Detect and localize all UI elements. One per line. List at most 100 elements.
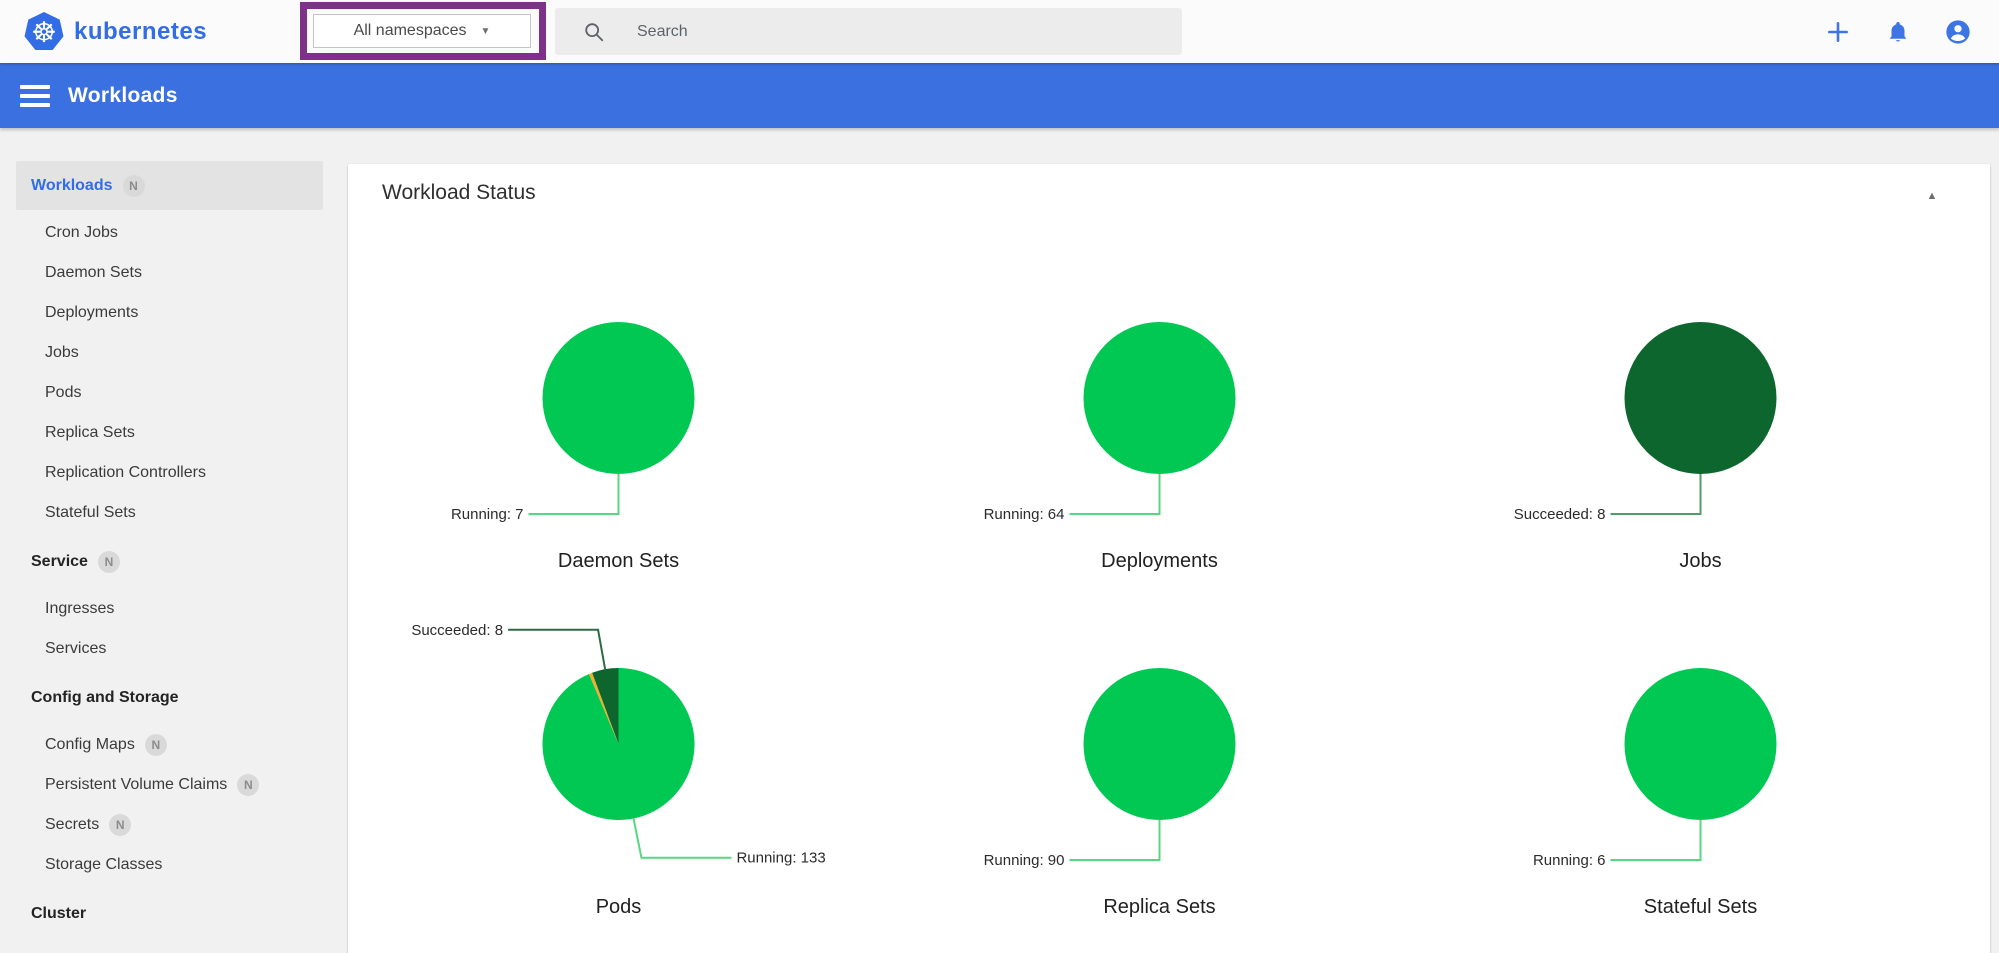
- namespaced-badge: N: [109, 814, 131, 836]
- chart-title: Daemon Sets: [558, 550, 679, 572]
- sidebar-item-label: Deployments: [16, 304, 138, 322]
- pie-chart-canvas: Succeeded: 8 Jobs: [1430, 278, 1971, 588]
- pie-chart-pods: Running: 133 Succeeded: 8 Pods: [348, 624, 889, 934]
- account-button[interactable]: [1942, 16, 1974, 48]
- sidebar-item-label: Config and Storage: [16, 689, 179, 707]
- namespaced-badge: N: [237, 774, 259, 796]
- kubernetes-logo[interactable]: ☸ kubernetes: [24, 12, 254, 52]
- app-bar: Workloads: [0, 63, 1999, 128]
- sidebar-item-workloads[interactable]: Workloads N: [16, 161, 323, 210]
- person-circle-icon: [1944, 18, 1972, 46]
- sidebar-item-secrets[interactable]: SecretsN: [16, 805, 323, 845]
- search-bar[interactable]: [555, 8, 1182, 55]
- pie-chart-replica-sets: Running: 90 Replica Sets: [889, 624, 1430, 934]
- pie-chart-canvas: Running: 133 Succeeded: 8 Pods: [348, 624, 889, 934]
- chart-title: Replica Sets: [1103, 896, 1215, 918]
- sidebar-item-services[interactable]: Services: [16, 629, 323, 669]
- notifications-button[interactable]: [1882, 16, 1914, 48]
- slice-label: Running: 7: [451, 506, 524, 523]
- sidebar-item-label: Daemon Sets: [16, 264, 142, 282]
- sidebar-item-label: Workloads: [16, 177, 113, 195]
- namespace-selector-value: All namespaces: [354, 22, 467, 40]
- sidebar-item-deployments[interactable]: Deployments: [16, 293, 323, 333]
- sidebar-item-label: Services: [16, 640, 106, 658]
- sidebar-item-label: Config Maps: [16, 736, 135, 754]
- svg-text:☸: ☸: [31, 17, 56, 49]
- sidebar-item-stateful-sets[interactable]: Stateful Sets: [16, 493, 323, 533]
- namespaced-badge: N: [123, 175, 145, 197]
- pie-chart-deployments: Running: 64 Deployments: [889, 278, 1430, 588]
- pie-chart-canvas: Running: 64 Deployments: [889, 278, 1430, 588]
- namespaced-badge: N: [98, 551, 120, 573]
- pie-slice-running[interactable]: [1084, 322, 1236, 474]
- pie-chart-canvas: Running: 7 Daemon Sets: [348, 278, 889, 588]
- sidebar-item-label: Pods: [16, 384, 81, 402]
- leader-line: [1070, 820, 1160, 860]
- pie-slice-running[interactable]: [1084, 668, 1236, 820]
- leader-line: [1070, 474, 1160, 514]
- plus-icon: [1825, 19, 1851, 45]
- sidebar-item-replica-sets[interactable]: Replica Sets: [16, 413, 323, 453]
- bell-icon: [1885, 19, 1911, 45]
- search-input[interactable]: [637, 23, 1117, 41]
- chart-title: Pods: [596, 896, 642, 918]
- sidebar-item-ingresses[interactable]: Ingresses: [16, 589, 323, 629]
- sidebar-item-persistent-volume-claims[interactable]: Persistent Volume Claims N: [16, 765, 323, 805]
- sidebar-item-label: Replication Controllers: [16, 464, 206, 482]
- sidebar-item-service[interactable]: Service N: [16, 542, 323, 582]
- sidebar-item-label: Replica Sets: [16, 424, 135, 442]
- slice-label: Running: 90: [984, 852, 1065, 869]
- kubernetes-dashboard: ☸ kubernetes All namespaces ▼: [0, 0, 1999, 953]
- search-icon: [583, 21, 605, 43]
- pie-chart-canvas: Running: 6 Stateful Sets: [1430, 624, 1971, 934]
- namespaced-badge: N: [145, 734, 167, 756]
- leader-line: [1611, 474, 1701, 514]
- sidebar-item-jobs[interactable]: Jobs: [16, 333, 323, 373]
- slice-label: Succeeded: 8: [411, 624, 503, 639]
- sidebar-item-daemon-sets[interactable]: Daemon Sets: [16, 253, 323, 293]
- namespace-selector[interactable]: All namespaces ▼: [313, 14, 531, 48]
- sidebar-item-config-maps[interactable]: Config Maps N: [16, 725, 323, 765]
- sidebar-item-storage-classes[interactable]: Storage Classes: [16, 845, 323, 885]
- sidebar-item-label: Persistent Volume Claims: [16, 776, 227, 794]
- brand-text: kubernetes: [74, 18, 207, 46]
- chart-title: Deployments: [1101, 550, 1218, 572]
- pie-slice-running[interactable]: [1625, 668, 1777, 820]
- pie-slice-running[interactable]: [543, 322, 695, 474]
- slice-label: Running: 6: [1533, 852, 1606, 869]
- leader-line: [508, 630, 605, 669]
- kubernetes-helm-icon: ☸: [24, 12, 64, 52]
- leader-line: [529, 474, 619, 514]
- pie-slice-succeeded[interactable]: [1625, 322, 1777, 474]
- sidebar-item-label: Ingresses: [16, 600, 114, 618]
- sidebar-item-label: Stateful Sets: [16, 504, 136, 522]
- slice-label: Running: 133: [736, 850, 825, 867]
- sidebar-item-replication-controllers[interactable]: Replication Controllers: [16, 453, 323, 493]
- slice-label: Running: 64: [984, 506, 1065, 523]
- pie-chart-jobs: Succeeded: 8 Jobs: [1430, 278, 1971, 588]
- pie-chart-daemon-sets: Running: 7 Daemon Sets: [348, 278, 889, 588]
- top-bar: ☸ kubernetes All namespaces ▼: [0, 0, 1999, 63]
- sidebar-item-label: Storage Classes: [16, 856, 162, 874]
- sidebar-item-cron-jobs[interactable]: Cron Jobs: [16, 213, 323, 253]
- sidebar-item-cluster[interactable]: Cluster: [16, 894, 323, 934]
- pie-chart-stateful-sets: Running: 6 Stateful Sets: [1430, 624, 1971, 934]
- sidebar-item-label: Jobs: [16, 344, 79, 362]
- sidebar-nav: Workloads N Cron Jobs Daemon Sets Deployment…: [0, 128, 330, 953]
- sidebar-item-pods[interactable]: Pods: [16, 373, 323, 413]
- create-resource-button[interactable]: [1822, 16, 1854, 48]
- page-title: Workloads: [68, 84, 178, 108]
- annotation-highlight-box: All namespaces ▼: [300, 2, 546, 60]
- chart-title: Stateful Sets: [1644, 896, 1757, 918]
- leader-line: [1611, 820, 1701, 860]
- leader-line: [634, 818, 732, 857]
- hamburger-menu-icon[interactable]: [20, 83, 54, 109]
- sidebar-item-label: Cron Jobs: [16, 224, 118, 242]
- sidebar-item-config-and-storage[interactable]: Config and Storage: [16, 678, 323, 718]
- sidebar-item-cluster-role-bindings[interactable]: Cluster Role Bindings: [16, 941, 323, 953]
- workload-charts: Running: 7 Daemon Sets Running: 64 Deployme…: [348, 164, 1990, 953]
- slice-label: Succeeded: 8: [1514, 506, 1606, 523]
- sidebar-item-label: Service: [16, 553, 88, 571]
- chart-title: Jobs: [1679, 550, 1721, 572]
- sidebar-item-label: Cluster: [16, 905, 86, 923]
